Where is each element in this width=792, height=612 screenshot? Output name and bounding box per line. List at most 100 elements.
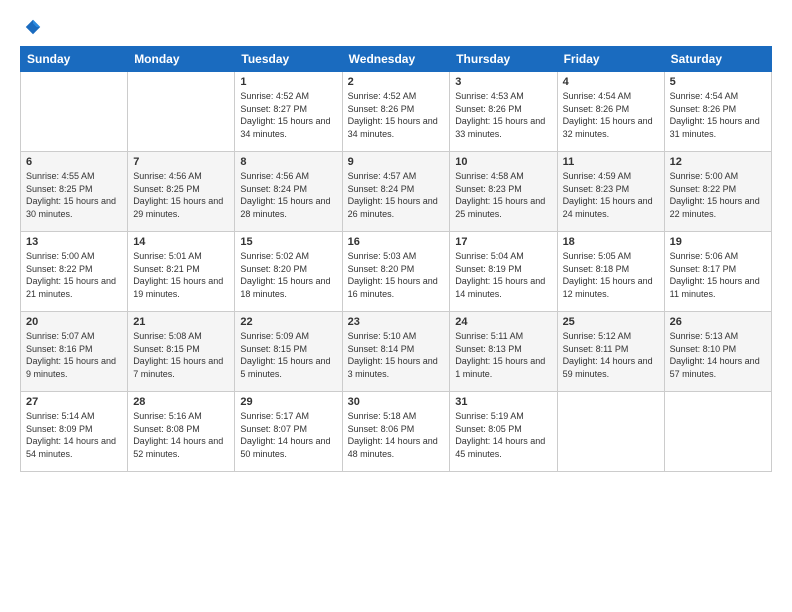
week-row-4: 20 Sunrise: 5:07 AMSunset: 8:16 PMDayligh… [21, 312, 772, 392]
day-info: Sunrise: 5:06 AMSunset: 8:17 PMDaylight:… [670, 250, 766, 300]
day-info: Sunrise: 5:10 AMSunset: 8:14 PMDaylight:… [348, 330, 445, 380]
day-cell [21, 72, 128, 152]
header [20, 18, 772, 36]
day-info: Sunrise: 4:55 AMSunset: 8:25 PMDaylight:… [26, 170, 122, 220]
day-info: Sunrise: 5:03 AMSunset: 8:20 PMDaylight:… [348, 250, 445, 300]
weekday-header-tuesday: Tuesday [235, 47, 342, 72]
day-info: Sunrise: 5:00 AMSunset: 8:22 PMDaylight:… [26, 250, 122, 300]
day-number: 23 [348, 316, 445, 328]
day-cell: 20 Sunrise: 5:07 AMSunset: 8:16 PMDayligh… [21, 312, 128, 392]
day-info: Sunrise: 5:16 AMSunset: 8:08 PMDaylight:… [133, 410, 229, 460]
day-info: Sunrise: 4:54 AMSunset: 8:26 PMDaylight:… [670, 90, 766, 140]
weekday-header-sunday: Sunday [21, 47, 128, 72]
page: SundayMondayTuesdayWednesdayThursdayFrid… [0, 0, 792, 612]
day-info: Sunrise: 4:56 AMSunset: 8:24 PMDaylight:… [240, 170, 336, 220]
day-number: 10 [455, 156, 551, 168]
day-info: Sunrise: 5:18 AMSunset: 8:06 PMDaylight:… [348, 410, 445, 460]
day-info: Sunrise: 5:08 AMSunset: 8:15 PMDaylight:… [133, 330, 229, 380]
day-number: 3 [455, 76, 551, 88]
day-info: Sunrise: 4:54 AMSunset: 8:26 PMDaylight:… [563, 90, 659, 140]
day-cell: 23 Sunrise: 5:10 AMSunset: 8:14 PMDayligh… [342, 312, 450, 392]
day-number: 5 [670, 76, 766, 88]
day-number: 21 [133, 316, 229, 328]
day-number: 17 [455, 236, 551, 248]
day-cell: 31 Sunrise: 5:19 AMSunset: 8:05 PMDayligh… [450, 392, 557, 472]
weekday-header-thursday: Thursday [450, 47, 557, 72]
week-row-1: 1 Sunrise: 4:52 AMSunset: 8:27 PMDaylight… [21, 72, 772, 152]
day-cell: 25 Sunrise: 5:12 AMSunset: 8:11 PMDayligh… [557, 312, 664, 392]
day-number: 29 [240, 396, 336, 408]
day-number: 4 [563, 76, 659, 88]
weekday-header-row: SundayMondayTuesdayWednesdayThursdayFrid… [21, 47, 772, 72]
logo [20, 18, 42, 36]
day-number: 14 [133, 236, 229, 248]
day-cell [128, 72, 235, 152]
day-cell: 17 Sunrise: 5:04 AMSunset: 8:19 PMDayligh… [450, 232, 557, 312]
day-number: 16 [348, 236, 445, 248]
weekday-header-wednesday: Wednesday [342, 47, 450, 72]
weekday-header-friday: Friday [557, 47, 664, 72]
calendar: SundayMondayTuesdayWednesdayThursdayFrid… [20, 46, 772, 472]
day-cell: 29 Sunrise: 5:17 AMSunset: 8:07 PMDayligh… [235, 392, 342, 472]
day-cell: 1 Sunrise: 4:52 AMSunset: 8:27 PMDaylight… [235, 72, 342, 152]
day-info: Sunrise: 5:05 AMSunset: 8:18 PMDaylight:… [563, 250, 659, 300]
day-number: 18 [563, 236, 659, 248]
day-info: Sunrise: 5:12 AMSunset: 8:11 PMDaylight:… [563, 330, 659, 380]
day-info: Sunrise: 4:56 AMSunset: 8:25 PMDaylight:… [133, 170, 229, 220]
day-info: Sunrise: 5:11 AMSunset: 8:13 PMDaylight:… [455, 330, 551, 380]
day-info: Sunrise: 5:09 AMSunset: 8:15 PMDaylight:… [240, 330, 336, 380]
day-number: 28 [133, 396, 229, 408]
day-info: Sunrise: 4:58 AMSunset: 8:23 PMDaylight:… [455, 170, 551, 220]
day-cell: 9Sunrise: 4:57 AMSunset: 8:24 PMDaylight… [342, 152, 450, 232]
day-cell: 13 Sunrise: 5:00 AMSunset: 8:22 PMDayligh… [21, 232, 128, 312]
day-cell: 18 Sunrise: 5:05 AMSunset: 8:18 PMDayligh… [557, 232, 664, 312]
day-number: 12 [670, 156, 766, 168]
day-number: 20 [26, 316, 122, 328]
day-number: 7 [133, 156, 229, 168]
day-info: Sunrise: 4:59 AMSunset: 8:23 PMDaylight:… [563, 170, 659, 220]
day-info: Sunrise: 5:07 AMSunset: 8:16 PMDaylight:… [26, 330, 122, 380]
day-number: 30 [348, 396, 445, 408]
week-row-3: 13 Sunrise: 5:00 AMSunset: 8:22 PMDayligh… [21, 232, 772, 312]
day-cell: 26Sunrise: 5:13 AMSunset: 8:10 PMDayligh… [664, 312, 771, 392]
day-cell: 7 Sunrise: 4:56 AMSunset: 8:25 PMDaylight… [128, 152, 235, 232]
day-number: 15 [240, 236, 336, 248]
day-cell: 15 Sunrise: 5:02 AMSunset: 8:20 PMDayligh… [235, 232, 342, 312]
day-number: 19 [670, 236, 766, 248]
day-number: 11 [563, 156, 659, 168]
day-info: Sunrise: 5:19 AMSunset: 8:05 PMDaylight:… [455, 410, 551, 460]
day-cell: 27Sunrise: 5:14 AMSunset: 8:09 PMDayligh… [21, 392, 128, 472]
day-info: Sunrise: 5:04 AMSunset: 8:19 PMDaylight:… [455, 250, 551, 300]
day-info: Sunrise: 5:13 AMSunset: 8:10 PMDaylight:… [670, 330, 766, 380]
day-cell: 3 Sunrise: 4:53 AMSunset: 8:26 PMDaylight… [450, 72, 557, 152]
day-info: Sunrise: 5:00 AMSunset: 8:22 PMDaylight:… [670, 170, 766, 220]
day-cell: 24Sunrise: 5:11 AMSunset: 8:13 PMDayligh… [450, 312, 557, 392]
day-number: 8 [240, 156, 336, 168]
day-info: Sunrise: 4:53 AMSunset: 8:26 PMDaylight:… [455, 90, 551, 140]
day-number: 9 [348, 156, 445, 168]
day-info: Sunrise: 4:52 AMSunset: 8:26 PMDaylight:… [348, 90, 445, 140]
weekday-header-monday: Monday [128, 47, 235, 72]
day-number: 25 [563, 316, 659, 328]
day-info: Sunrise: 5:02 AMSunset: 8:20 PMDaylight:… [240, 250, 336, 300]
day-cell: 8 Sunrise: 4:56 AMSunset: 8:24 PMDaylight… [235, 152, 342, 232]
day-number: 1 [240, 76, 336, 88]
day-info: Sunrise: 5:01 AMSunset: 8:21 PMDaylight:… [133, 250, 229, 300]
day-number: 13 [26, 236, 122, 248]
day-cell: 30 Sunrise: 5:18 AMSunset: 8:06 PMDayligh… [342, 392, 450, 472]
day-cell: 14 Sunrise: 5:01 AMSunset: 8:21 PMDayligh… [128, 232, 235, 312]
day-cell [664, 392, 771, 472]
day-number: 31 [455, 396, 551, 408]
day-info: Sunrise: 5:17 AMSunset: 8:07 PMDaylight:… [240, 410, 336, 460]
day-number: 6 [26, 156, 122, 168]
day-cell: 16 Sunrise: 5:03 AMSunset: 8:20 PMDayligh… [342, 232, 450, 312]
day-cell: 5 Sunrise: 4:54 AMSunset: 8:26 PMDaylight… [664, 72, 771, 152]
day-cell: 19 Sunrise: 5:06 AMSunset: 8:17 PMDayligh… [664, 232, 771, 312]
day-cell: 2 Sunrise: 4:52 AMSunset: 8:26 PMDaylight… [342, 72, 450, 152]
day-info: Sunrise: 4:52 AMSunset: 8:27 PMDaylight:… [240, 90, 336, 140]
day-cell [557, 392, 664, 472]
day-number: 2 [348, 76, 445, 88]
day-cell: 10 Sunrise: 4:58 AMSunset: 8:23 PMDayligh… [450, 152, 557, 232]
day-number: 27 [26, 396, 122, 408]
week-row-5: 27Sunrise: 5:14 AMSunset: 8:09 PMDayligh… [21, 392, 772, 472]
